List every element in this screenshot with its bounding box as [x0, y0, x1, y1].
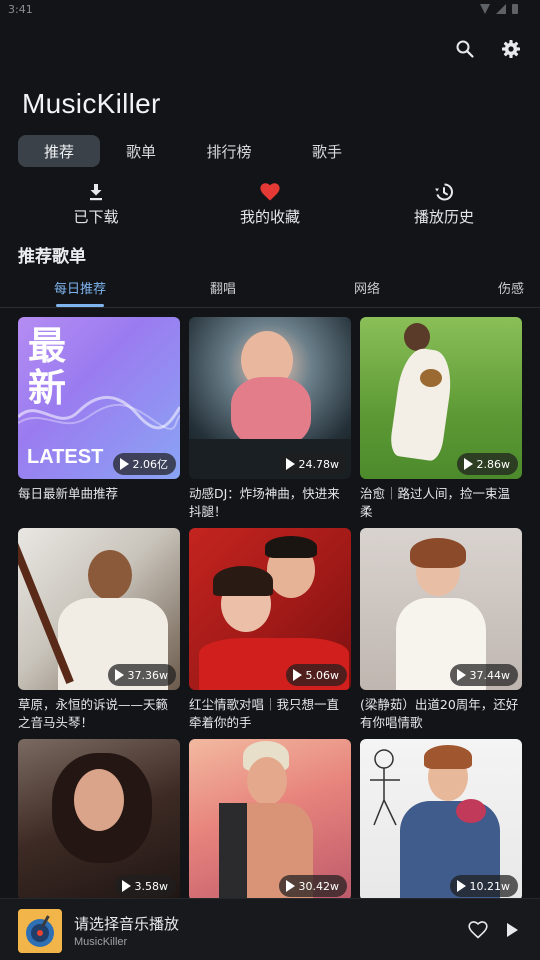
section-title: 推荐歌单	[18, 247, 86, 267]
playlist-title: 治愈｜路过人间，捡一束温柔	[360, 486, 511, 519]
playlist-cover: 30.42w	[189, 739, 351, 901]
play-count: 37.44w	[449, 664, 518, 686]
signal-icon	[496, 4, 506, 14]
subtab-indicator	[56, 304, 104, 307]
playlist-cover: 37.36w	[18, 528, 180, 690]
tab-playlists[interactable]: 歌单	[100, 135, 182, 167]
subtab-network[interactable]: 网络	[354, 278, 380, 297]
tab-charts[interactable]: 排行榜	[182, 135, 276, 167]
play-count: 30.42w	[278, 875, 347, 897]
subtab-cover[interactable]: 翻唱	[210, 278, 236, 297]
playlist-cover: 24.78w	[189, 317, 351, 479]
heart-outline-icon[interactable]	[468, 921, 488, 941]
mini-player[interactable]: 请选择音乐播放 MusicKiller	[0, 898, 540, 960]
history-icon	[384, 180, 504, 204]
playlist-card[interactable]: 24.78w 动感DJ：炸场神曲，快进来抖腿！	[189, 317, 351, 521]
play-count: 24.78w	[278, 453, 347, 475]
search-icon[interactable]	[454, 38, 476, 60]
subtab-daily[interactable]: 每日推荐	[54, 278, 106, 297]
playlist-title: 草原，永恒的诉说——天籁之音马头琴！	[18, 697, 169, 730]
play-icon	[456, 880, 466, 892]
playlist-card[interactable]: 37.36w 草原，永恒的诉说——天籁之音马头琴！	[18, 528, 180, 732]
battery-icon	[512, 4, 518, 14]
favorites-button[interactable]: 我的收藏	[210, 180, 330, 227]
wifi-icon	[480, 4, 490, 14]
status-time: 3:41	[8, 3, 33, 16]
play-icon	[285, 458, 295, 470]
player-subtitle: MusicKiller	[74, 936, 128, 948]
play-icon	[114, 669, 124, 681]
download-icon	[36, 180, 156, 204]
playlist-card[interactable]: 5.06w 红尘情歌对唱｜我只想一直牵着你的手	[189, 528, 351, 732]
gear-icon[interactable]	[500, 38, 522, 60]
downloaded-button[interactable]: 已下载	[36, 180, 156, 227]
heart-icon	[210, 180, 330, 204]
playlist-cover: 37.44w	[360, 528, 522, 690]
playlist-cover: 最新 LATEST 2.06亿	[18, 317, 180, 479]
play-count: 5.06w	[285, 664, 347, 686]
playlist-title: (梁静茹）出道20周年，还好有你唱情歌	[360, 697, 519, 730]
play-button[interactable]	[507, 923, 518, 937]
status-bar: 3:41	[0, 0, 540, 22]
play-icon	[119, 458, 129, 470]
cover-latest-text: LATEST	[27, 446, 104, 468]
play-icon	[292, 669, 302, 681]
history-button[interactable]: 播放历史	[384, 180, 504, 227]
subtab-sad[interactable]: 伤感	[498, 278, 524, 297]
playlist-cover: 10.21w	[360, 739, 522, 901]
playlist-card[interactable]: 最新 LATEST 2.06亿 每日最新单曲推荐	[18, 317, 180, 521]
playlist-cover: 3.58w	[18, 739, 180, 901]
play-count: 2.86w	[456, 453, 518, 475]
top-actions	[454, 38, 522, 60]
playlist-title: 动感DJ：炸场神曲，快进来抖腿！	[189, 486, 340, 519]
status-icons	[480, 4, 518, 14]
player-title: 请选择音乐播放	[74, 915, 180, 933]
favorites-label: 我的收藏	[239, 208, 300, 226]
history-label: 播放历史	[413, 208, 474, 226]
play-count: 10.21w	[449, 875, 518, 897]
play-icon	[456, 669, 466, 681]
main-tabs: 推荐 歌单 排行榜 歌手	[18, 135, 378, 167]
playlist-card[interactable]: 2.86w 治愈｜路过人间，捡一束温柔	[360, 317, 522, 521]
play-count: 2.06亿	[112, 453, 176, 475]
app-title: MusicKiller	[22, 88, 161, 119]
playlist-cover: 5.06w	[189, 528, 351, 690]
downloaded-label: 已下载	[73, 208, 119, 226]
playlist-card[interactable]: 37.44w (梁静茹）出道20周年，还好有你唱情歌	[360, 528, 522, 732]
tab-singers[interactable]: 歌手	[276, 135, 378, 167]
play-count: 3.58w	[114, 875, 176, 897]
player-album-art	[18, 909, 62, 953]
tab-recommend[interactable]: 推荐	[18, 135, 100, 167]
quick-actions: 已下载 我的收藏 播放历史	[0, 180, 540, 230]
playlist-cover: 2.86w	[360, 317, 522, 479]
sub-tabs: 每日推荐 翻唱 网络 伤感	[0, 270, 540, 308]
play-count: 37.36w	[107, 664, 176, 686]
play-icon	[463, 458, 473, 470]
playlist-title: 红尘情歌对唱｜我只想一直牵着你的手	[189, 697, 340, 730]
play-icon	[285, 880, 295, 892]
playlist-title: 每日最新单曲推荐	[18, 486, 119, 501]
play-icon	[121, 880, 131, 892]
